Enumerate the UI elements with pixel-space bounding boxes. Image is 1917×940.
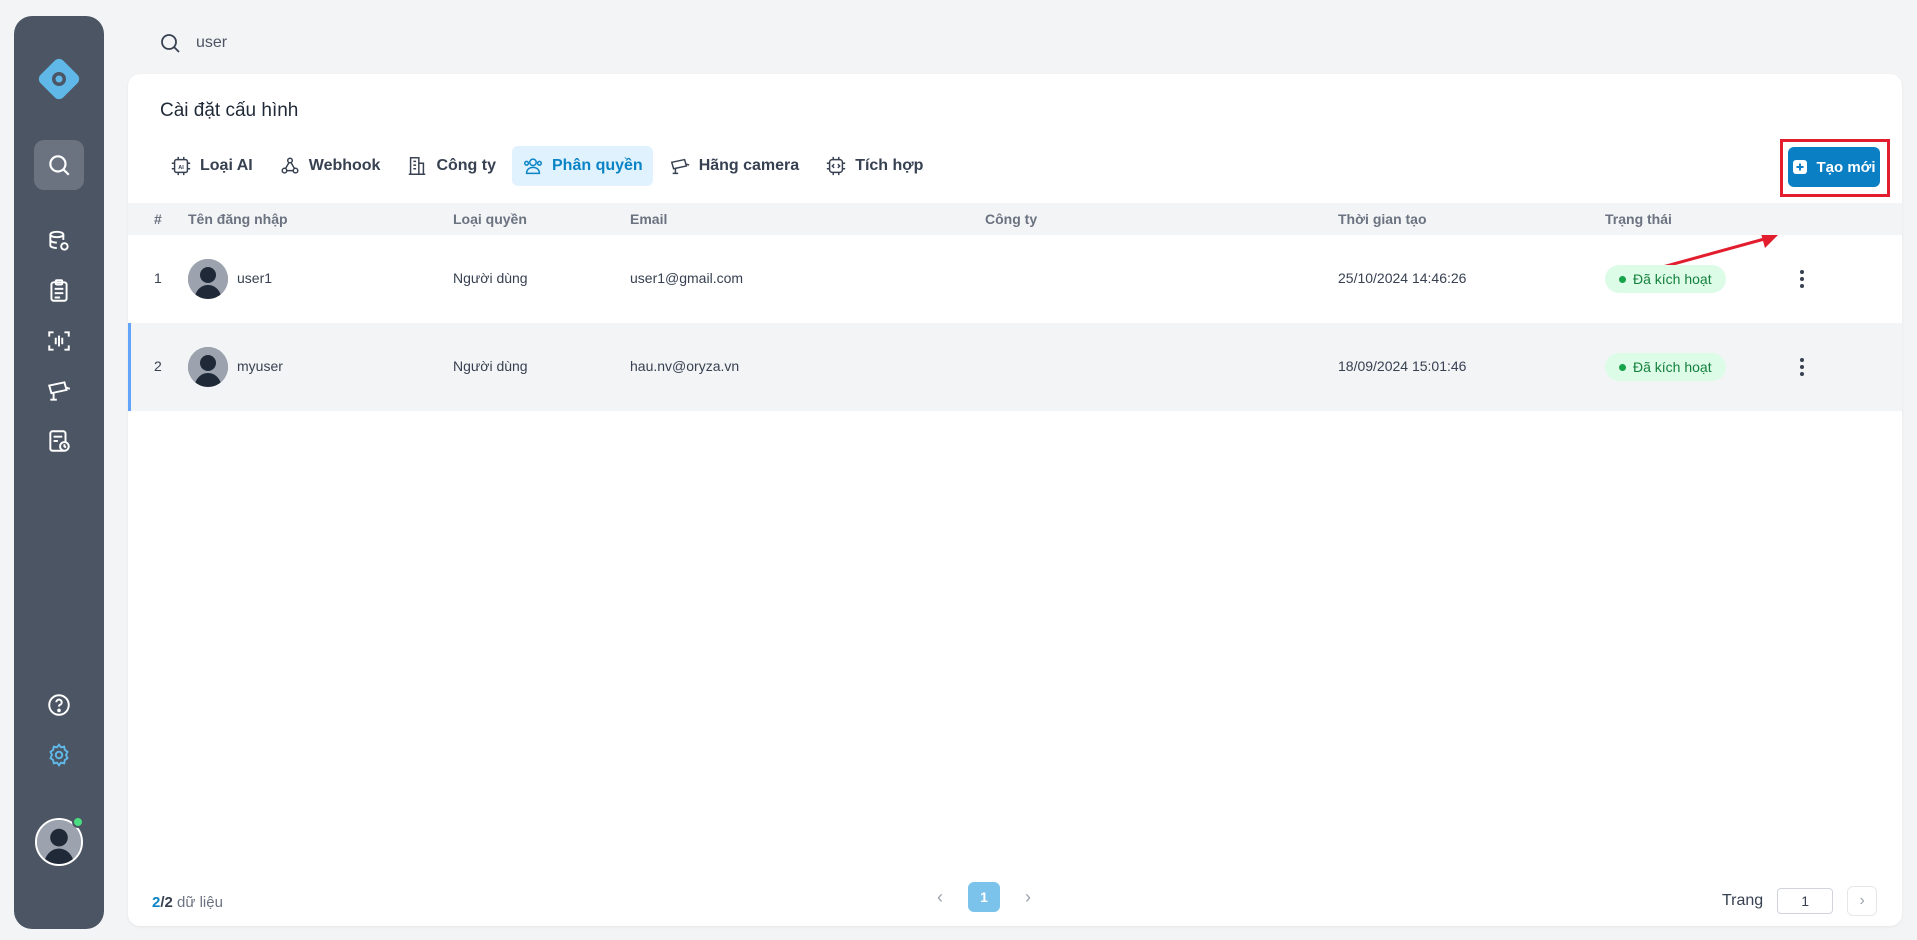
face-scan-icon [48,331,70,351]
tab-label: Tích hợp [855,157,924,174]
col-created: Thời gian tạo [1338,211,1427,227]
row-email: hau.nv@oryza.vn [630,358,740,374]
settings-card: Cài đặt cấu hình AI Loại AI Webhook Công… [128,74,1902,926]
col-role: Loại quyền [453,211,527,227]
create-new-button[interactable]: Tạo mới [1788,147,1880,187]
plus-square-icon [1793,160,1808,174]
camera-icon [670,158,690,175]
sidebar [14,16,104,929]
tab-company[interactable]: Công ty [396,146,506,186]
table-row[interactable]: 1 user1 Người dùng user1@gmail.com 25/10… [128,235,1902,323]
col-company: Công ty [985,211,1038,227]
report-clock-icon [49,430,70,452]
row-username: myuser [237,358,283,374]
row-more-menu-icon[interactable] [1790,265,1814,293]
row-index: 1 [154,270,162,286]
integration-chip-icon [827,156,846,176]
page-number-button[interactable]: 1 [968,882,1000,912]
sidebar-help-button[interactable] [34,680,84,730]
page-title: Cài đặt cấu hình [160,100,299,121]
ai-chip-icon: AI [171,156,191,176]
row-role: Người dùng [453,358,528,374]
col-status: Trạng thái [1605,211,1672,227]
sidebar-list-button[interactable] [34,266,84,316]
app-logo-icon[interactable] [34,54,84,104]
status-badge: Đã kích hoạt [1605,265,1726,293]
col-index: # [154,211,162,227]
tab-permissions[interactable]: Phân quyền [512,146,653,186]
go-page-icon[interactable]: › [1847,886,1878,916]
database-settings-icon [49,230,69,251]
building-icon [409,157,426,175]
top-search-bar[interactable]: user [158,28,227,58]
search-icon [49,155,70,176]
tab-label: Hãng camera [698,157,800,174]
sidebar-search-button[interactable] [34,140,84,190]
prev-page-icon[interactable]: ‹ [928,882,952,912]
webhook-icon [281,157,299,174]
table-row[interactable]: 2 myuser Người dùng hau.nv@oryza.vn 18/0… [128,323,1902,411]
tab-integration[interactable]: Tích hợp [815,146,933,186]
page-jump: Trang › [1722,886,1878,916]
avatar [188,347,228,387]
create-button-label: Tạo mới [1816,158,1876,176]
online-status-dot [72,816,84,828]
tab-label: Webhook [308,157,381,174]
row-created: 18/09/2024 15:01:46 [1338,358,1467,374]
tab-label: Phân quyền [552,157,643,174]
next-page-icon[interactable]: › [1016,882,1040,912]
tab-label: Công ty [436,157,496,174]
page-label: Trang [1722,892,1764,909]
svg-text:AI: AI [178,165,184,171]
pagination: ‹ 1 › [928,882,1040,912]
sidebar-database-button[interactable] [34,216,84,266]
tab-camera-brand[interactable]: Hãng camera [659,146,810,186]
gear-icon [49,743,69,767]
avatar [188,259,228,299]
row-role: Người dùng [453,270,528,286]
table-header: # Tên đăng nhập Loại quyền Email Công ty… [128,203,1902,235]
tab-ai-type[interactable]: AI Loại AI [160,146,263,186]
sidebar-settings-button[interactable] [34,730,84,780]
record-count: 2/2 dữ liệu [152,894,223,911]
sidebar-camera-button[interactable] [34,366,84,416]
row-username: user1 [237,270,273,286]
row-email: user1@gmail.com [630,270,744,286]
sidebar-report-button[interactable] [34,416,84,466]
users-permission-icon [524,158,542,175]
col-username: Tên đăng nhập [188,211,288,227]
search-input[interactable]: user [196,34,227,52]
search-icon [161,34,180,53]
status-badge: Đã kích hoạt [1605,353,1726,381]
row-index: 2 [154,358,162,374]
tab-label: Loại AI [200,157,253,174]
col-email: Email [630,211,668,227]
row-more-menu-icon[interactable] [1790,353,1814,381]
sidebar-scan-button[interactable] [34,316,84,366]
page-input[interactable] [1777,888,1834,914]
clipboard-list-icon [50,279,68,302]
tab-webhook[interactable]: Webhook [269,146,391,186]
settings-tabs: AI Loại AI Webhook Công ty Phân quyền Hã… [160,146,933,186]
camera-icon [48,381,71,401]
help-icon [48,694,70,716]
row-created: 25/10/2024 14:46:26 [1338,270,1467,286]
